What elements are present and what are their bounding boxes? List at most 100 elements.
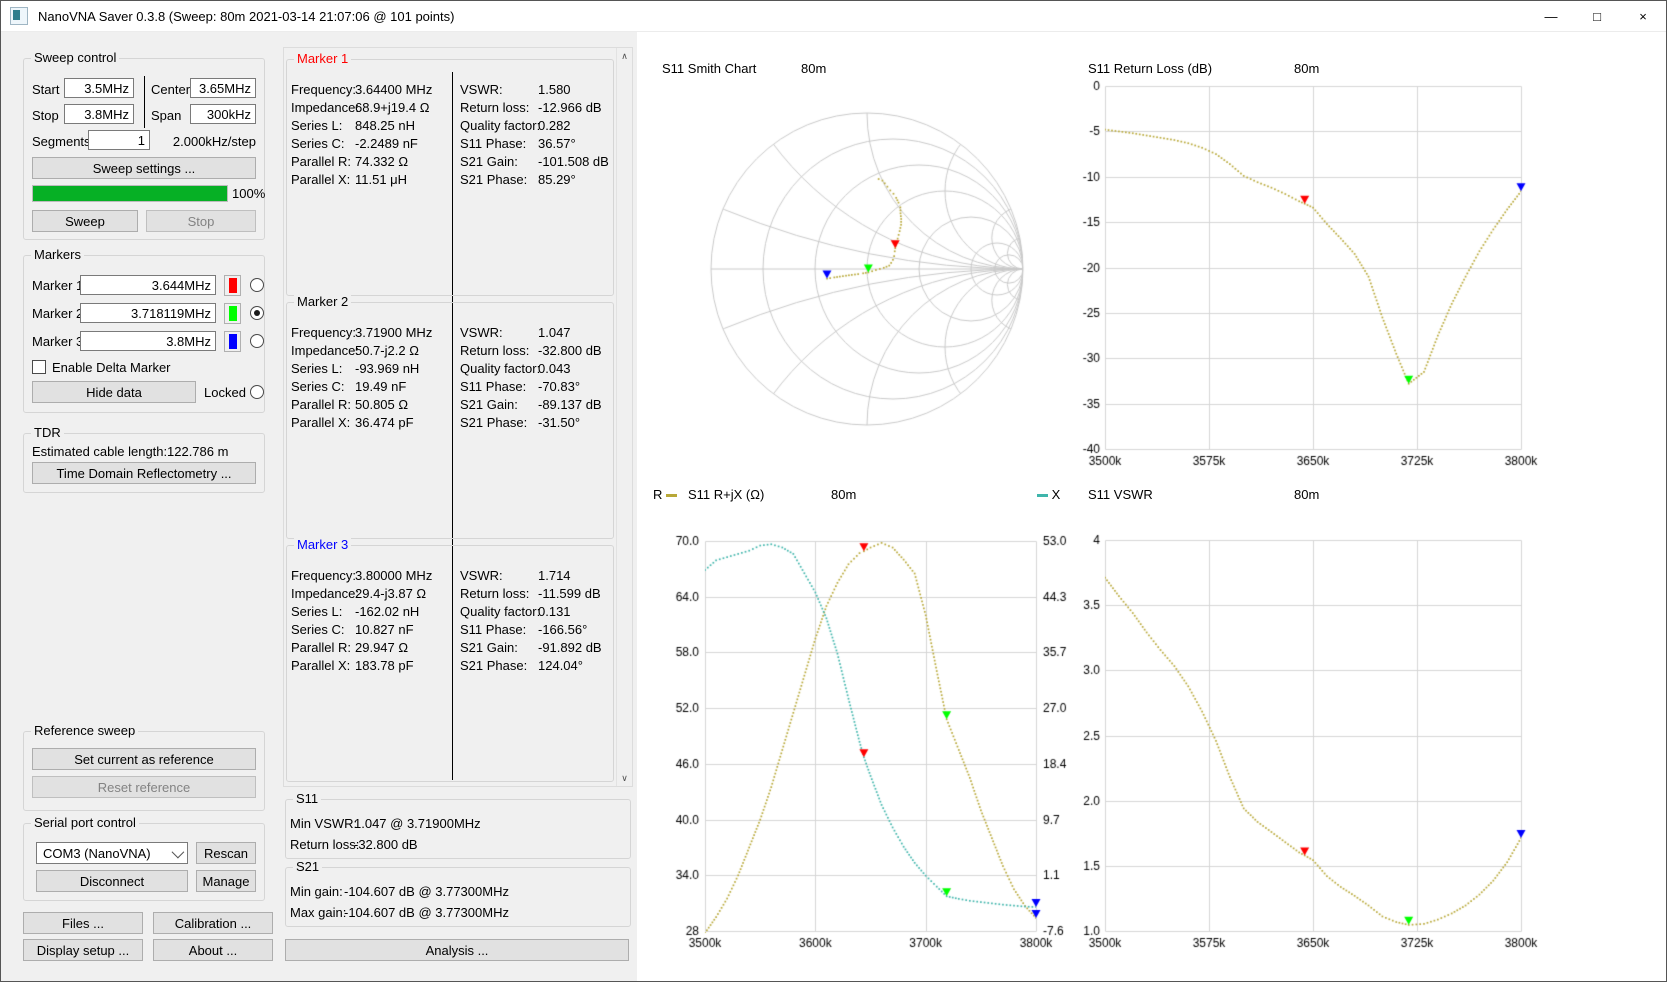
- marker-field-value: 1.714: [538, 568, 571, 583]
- s11-return-loss-label: Return loss:: [290, 837, 359, 852]
- marker-field-value: 36.57°: [538, 136, 576, 151]
- marker-field-label: Frequency:: [291, 325, 356, 340]
- reset-reference-button[interactable]: Reset reference: [32, 776, 256, 798]
- marker-field-value: -91.892 dB: [538, 640, 602, 655]
- marker-field-value: 0.043: [538, 361, 571, 376]
- marker-field-label: S11 Phase:: [460, 136, 526, 151]
- marker-details-scroll-area: Marker 1Frequency:3.64400 MHzImpedance:6…: [283, 47, 633, 787]
- marker-field-label: Parallel R:: [291, 397, 351, 412]
- analysis-button[interactable]: Analysis ...: [285, 939, 629, 961]
- segments-input[interactable]: [88, 130, 150, 150]
- span-input[interactable]: [190, 104, 256, 124]
- serial-port-control-title: Serial port control: [31, 816, 139, 830]
- marker-field-label: Parallel R:: [291, 154, 351, 169]
- s11-min-vswr-label: Min VSWR:: [290, 816, 357, 831]
- hide-data-button[interactable]: Hide data: [32, 381, 196, 403]
- disconnect-button[interactable]: Disconnect: [36, 870, 188, 892]
- serial-port-select[interactable]: COM3 (NanoVNA): [36, 842, 188, 864]
- app-window: NanoVNA Saver 0.3.8 (Sweep: 80m 2021-03-…: [0, 0, 1667, 982]
- marker-field-value: -12.966 dB: [538, 100, 602, 115]
- marker-field-value: -166.56°: [538, 622, 587, 637]
- return-loss-chart[interactable]: [1081, 47, 1568, 477]
- smith-chart-title: S11 Smith Chart: [662, 61, 756, 76]
- marker-details-scrollbar[interactable]: ∧ ∨: [616, 48, 632, 786]
- set-current-as-reference-button[interactable]: Set current as reference: [32, 748, 256, 770]
- marker-field-label: VSWR:: [460, 325, 503, 340]
- marker-field-value: -89.137 dB: [538, 397, 602, 412]
- marker-field-label: VSWR:: [460, 568, 503, 583]
- marker3-label: Marker 3: [32, 334, 83, 349]
- calibration-button[interactable]: Calibration ...: [153, 912, 273, 934]
- marker-field-label: Frequency:: [291, 82, 356, 97]
- marker1-select-radio[interactable]: [250, 278, 264, 292]
- return-loss-band-label: 80m: [1294, 61, 1319, 76]
- enable-delta-marker-checkbox[interactable]: [32, 360, 46, 374]
- about-button[interactable]: About ...: [153, 939, 273, 961]
- sweep-settings-button[interactable]: Sweep settings ...: [32, 157, 256, 179]
- marker-field-value: -2.2489 nF: [355, 136, 418, 151]
- marker-field-value: 50.805 Ω: [355, 397, 408, 412]
- marker-detail-group: Marker 2Frequency:3.71900 MHzImpedance:5…: [286, 302, 614, 539]
- markers-group: Markers Marker 1 Marker 2 Marker 3 Enabl…: [23, 255, 265, 413]
- vswr-chart-title: S11 VSWR: [1088, 487, 1153, 502]
- marker-field-label: Series L:: [291, 361, 342, 376]
- stop-button[interactable]: Stop: [146, 210, 256, 232]
- marker2-frequency-input[interactable]: [80, 303, 216, 323]
- marker2-select-radio[interactable]: [250, 306, 264, 320]
- app-icon: [10, 7, 28, 25]
- marker-field-label: VSWR:: [460, 82, 503, 97]
- display-setup-button[interactable]: Display setup ...: [23, 939, 143, 961]
- marker-field-value: 1.047: [538, 325, 571, 340]
- s21-min-gain-value: -104.607 dB @ 3.77300MHz: [344, 884, 509, 899]
- sweep-button[interactable]: Sweep: [32, 210, 138, 232]
- marker-field-value: 29.947 Ω: [355, 640, 408, 655]
- marker-field-value: 124.04°: [538, 658, 583, 673]
- r-legend-swatch: [666, 494, 677, 497]
- marker2-label: Marker 2: [32, 306, 83, 321]
- marker-field-value: 10.827 nF: [355, 622, 414, 637]
- tdr-group: TDR Estimated cable length: 122.786 m Ti…: [23, 433, 265, 493]
- r-legend: R: [653, 487, 677, 502]
- minimize-button[interactable]: —: [1528, 1, 1574, 31]
- r-jx-band-label: 80m: [831, 487, 856, 502]
- chevron-down-icon: [172, 845, 185, 858]
- manage-button[interactable]: Manage: [196, 870, 256, 892]
- stop-frequency-input[interactable]: [64, 104, 134, 124]
- marker2-color-swatch[interactable]: [224, 303, 241, 324]
- r-jx-chart[interactable]: [646, 479, 1076, 961]
- files-button[interactable]: Files ...: [23, 912, 143, 934]
- rescan-button[interactable]: Rescan: [196, 842, 256, 864]
- close-button[interactable]: ×: [1620, 1, 1666, 31]
- marker1-frequency-input[interactable]: [80, 275, 216, 295]
- center-frequency-input[interactable]: [190, 78, 256, 98]
- locked-label: Locked: [204, 385, 246, 400]
- marker-field-value: 74.332 Ω: [355, 154, 408, 169]
- reference-sweep-title: Reference sweep: [31, 724, 138, 738]
- cable-length-label: Estimated cable length:: [32, 444, 167, 459]
- marker-field-label: Quality factor:: [460, 118, 540, 133]
- locked-radio[interactable]: [250, 385, 264, 399]
- start-frequency-input[interactable]: [64, 78, 134, 98]
- sweep-column-divider: [144, 76, 145, 128]
- marker3-color-swatch[interactable]: [224, 331, 241, 352]
- marker-field-label: S21 Phase:: [460, 172, 527, 187]
- maximize-button[interactable]: □: [1574, 1, 1620, 31]
- scroll-down-icon[interactable]: ∨: [617, 770, 632, 786]
- marker-field-label: Return loss:: [460, 343, 529, 358]
- s21-min-gain-label: Min gain:: [290, 884, 343, 899]
- window-title: NanoVNA Saver 0.3.8 (Sweep: 80m 2021-03-…: [38, 9, 454, 24]
- marker-field-label: S21 Gain:: [460, 397, 518, 412]
- span-label: Span: [151, 108, 181, 123]
- marker-field-label: Quality factor:: [460, 604, 540, 619]
- r-jx-chart-title: S11 R+jX (Ω): [688, 487, 764, 502]
- smith-chart[interactable]: [646, 47, 1046, 477]
- time-domain-reflectometry-button[interactable]: Time Domain Reflectometry ...: [32, 462, 256, 484]
- vswr-chart[interactable]: [1081, 479, 1568, 961]
- marker-field-label: Parallel R:: [291, 640, 351, 655]
- scroll-up-icon[interactable]: ∧: [617, 48, 632, 64]
- marker3-select-radio[interactable]: [250, 334, 264, 348]
- marker-field-label: Parallel X:: [291, 172, 350, 187]
- marker-field-label: Series C:: [291, 136, 344, 151]
- marker1-color-swatch[interactable]: [224, 275, 241, 296]
- marker3-frequency-input[interactable]: [80, 331, 216, 351]
